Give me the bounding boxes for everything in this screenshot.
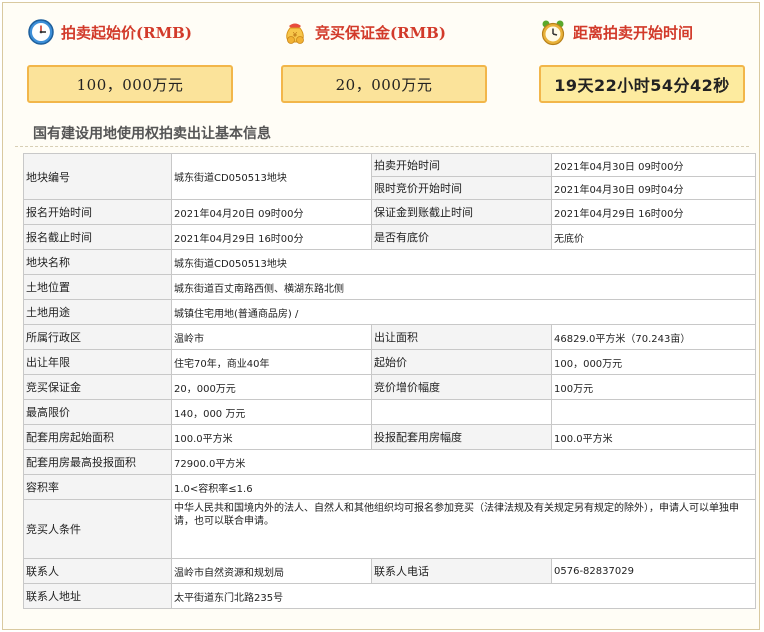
contact-label: 联系人 — [23, 558, 172, 584]
table-row: 配套用房起始面积 100.0平方米 投报配套用房幅度 100.0平方米 — [23, 424, 756, 450]
start-price-header: 拍卖起始价(RMB) — [27, 17, 237, 47]
deposit-value: 20，000万元 — [335, 75, 433, 94]
housing-step-label: 投报配套用房幅度 — [371, 424, 552, 450]
plot-name-label: 地块名称 — [23, 249, 172, 275]
start-price-row-label: 起始价 — [371, 349, 552, 375]
start-price-label: 拍卖起始价(RMB) — [61, 23, 192, 42]
table-row: 出让年限 住宅70年，商业40年 起始价 100，000万元 — [23, 349, 756, 375]
start-price-value: 100，000万元 — [76, 75, 184, 94]
clock-icon — [28, 19, 54, 45]
address-label: 联系人地址 — [23, 583, 172, 609]
table-row: 土地用途 城镇住宅用地(普通商品房) / — [23, 299, 756, 325]
term-label: 出让年限 — [23, 349, 172, 375]
limit-bid-start-value: 2021年04月30日 09时04分 — [551, 176, 756, 200]
location-value: 城东街道百丈南路西侧、横湖东路北侧 — [171, 274, 756, 300]
table-row: 联系人地址 太平街道东门北路235号 — [23, 583, 756, 609]
countdown-panel: 距离拍卖开始时间 19天22小时54分42秒 — [539, 17, 749, 103]
start-price-box: 100，000万元 — [27, 65, 233, 103]
bidder-label: 竞买人条件 — [23, 499, 172, 559]
bidder-value: 中华人民共和国境内外的法人、自然人和其他组织均可报名参加竞买（法律法规及有关规定… — [171, 499, 756, 559]
deposit-box: 20，000万元 — [281, 65, 487, 103]
deposit-row-value: 20，000万元 — [171, 374, 372, 400]
start-price-panel: 拍卖起始价(RMB) 100，000万元 — [27, 17, 237, 103]
deposit-panel: ¥ 竞买保证金(RMB) 20，000万元 — [281, 17, 491, 103]
address-value: 太平街道东门北路235号 — [171, 583, 756, 609]
deposit-deadline-value: 2021年04月29日 16时00分 — [551, 199, 756, 225]
auction-detail-frame: 拍卖起始价(RMB) 100，000万元 ¥ 竞买保证金(RMB) 20，000… — [2, 2, 760, 630]
housing-start-value: 100.0平方米 — [171, 424, 372, 450]
auction-summary: 拍卖起始价(RMB) 100，000万元 ¥ 竞买保证金(RMB) 20，000… — [3, 3, 761, 115]
housing-start-label: 配套用房起始面积 — [23, 424, 172, 450]
svg-text:¥: ¥ — [293, 31, 298, 39]
table-row: 最高限价 140，000 万元 — [23, 399, 756, 425]
auction-start-label: 拍卖开始时间 — [371, 153, 552, 177]
district-value: 温岭市 — [171, 324, 372, 350]
max-price-label: 最高限价 — [23, 399, 172, 425]
contact-value: 温岭市自然资源和规划局 — [171, 558, 372, 584]
max-price-value: 140，000 万元 — [171, 399, 372, 425]
housing-max-label: 配套用房最高投报面积 — [23, 449, 172, 475]
deposit-label: 竞买保证金(RMB) — [315, 23, 446, 42]
usage-label: 土地用途 — [23, 299, 172, 325]
land-info-table: 地块编号 城东街道CD050513地块 拍卖开始时间 2021年04月30日 0… — [23, 153, 756, 609]
countdown-box: 19天22小时54分42秒 — [539, 65, 745, 103]
empty-cell — [371, 399, 552, 425]
money-bag-icon: ¥ — [286, 23, 304, 44]
empty-cell — [551, 399, 756, 425]
countdown-value: 19天22小时54分42秒 — [554, 76, 730, 95]
increment-value: 100万元 — [551, 374, 756, 400]
area-label: 出让面积 — [371, 324, 552, 350]
countdown-header: 距离拍卖开始时间 — [539, 17, 749, 47]
district-label: 所属行政区 — [23, 324, 172, 350]
reg-start-label: 报名开始时间 — [23, 199, 172, 225]
far-value: 1.0<容积率≤1.6 — [171, 474, 756, 500]
reg-end-label: 报名截止时间 — [23, 224, 172, 250]
housing-max-value: 72900.0平方米 — [171, 449, 756, 475]
limit-bid-start-label: 限时竞价开始时间 — [371, 176, 552, 200]
reserve-label: 是否有底价 — [371, 224, 552, 250]
table-row: 竞买保证金 20，000万元 竞价增价幅度 100万元 — [23, 374, 756, 400]
location-label: 土地位置 — [23, 274, 172, 300]
table-row: 报名开始时间 2021年04月20日 09时00分 保证金到账截止时间 2021… — [23, 199, 756, 225]
alarm-clock-icon — [541, 20, 565, 46]
phone-label: 联系人电话 — [371, 558, 552, 584]
usage-value: 城镇住宅用地(普通商品房) / — [171, 299, 756, 325]
table-row: 地块编号 城东街道CD050513地块 拍卖开始时间 2021年04月30日 0… — [23, 153, 756, 200]
term-value: 住宅70年，商业40年 — [171, 349, 372, 375]
auction-start-value: 2021年04月30日 09时00分 — [551, 153, 756, 177]
plot-no-label: 地块编号 — [23, 153, 172, 200]
reg-start-value: 2021年04月20日 09时00分 — [171, 199, 372, 225]
section-title: 国有建设用地使用权拍卖出让基本信息 — [15, 121, 749, 147]
reg-end-value: 2021年04月29日 16时00分 — [171, 224, 372, 250]
increment-label: 竞价增价幅度 — [371, 374, 552, 400]
table-row: 所属行政区 温岭市 出让面积 46829.0平方米（70.243亩） — [23, 324, 756, 350]
countdown-label: 距离拍卖开始时间 — [573, 23, 694, 42]
reserve-value: 无底价 — [551, 224, 756, 250]
table-row: 竞买人条件 中华人民共和国境内外的法人、自然人和其他组织均可报名参加竞买（法律法… — [23, 499, 756, 559]
plot-name-value: 城东街道CD050513地块 — [171, 249, 756, 275]
table-row: 容积率 1.0<容积率≤1.6 — [23, 474, 756, 500]
table-row: 土地位置 城东街道百丈南路西侧、横湖东路北侧 — [23, 274, 756, 300]
start-price-row-value: 100，000万元 — [551, 349, 756, 375]
table-row: 配套用房最高投报面积 72900.0平方米 — [23, 449, 756, 475]
plot-no-value: 城东街道CD050513地块 — [171, 153, 372, 200]
housing-step-value: 100.0平方米 — [551, 424, 756, 450]
deposit-row-label: 竞买保证金 — [23, 374, 172, 400]
area-value: 46829.0平方米（70.243亩） — [551, 324, 756, 350]
table-row: 联系人 温岭市自然资源和规划局 联系人电话 0576-82837029 — [23, 558, 756, 584]
table-row: 报名截止时间 2021年04月29日 16时00分 是否有底价 无底价 — [23, 224, 756, 250]
far-label: 容积率 — [23, 474, 172, 500]
deposit-deadline-label: 保证金到账截止时间 — [371, 199, 552, 225]
phone-value: 0576-82837029 — [551, 558, 756, 584]
deposit-header: ¥ 竞买保证金(RMB) — [281, 17, 491, 47]
table-row: 地块名称 城东街道CD050513地块 — [23, 249, 756, 275]
